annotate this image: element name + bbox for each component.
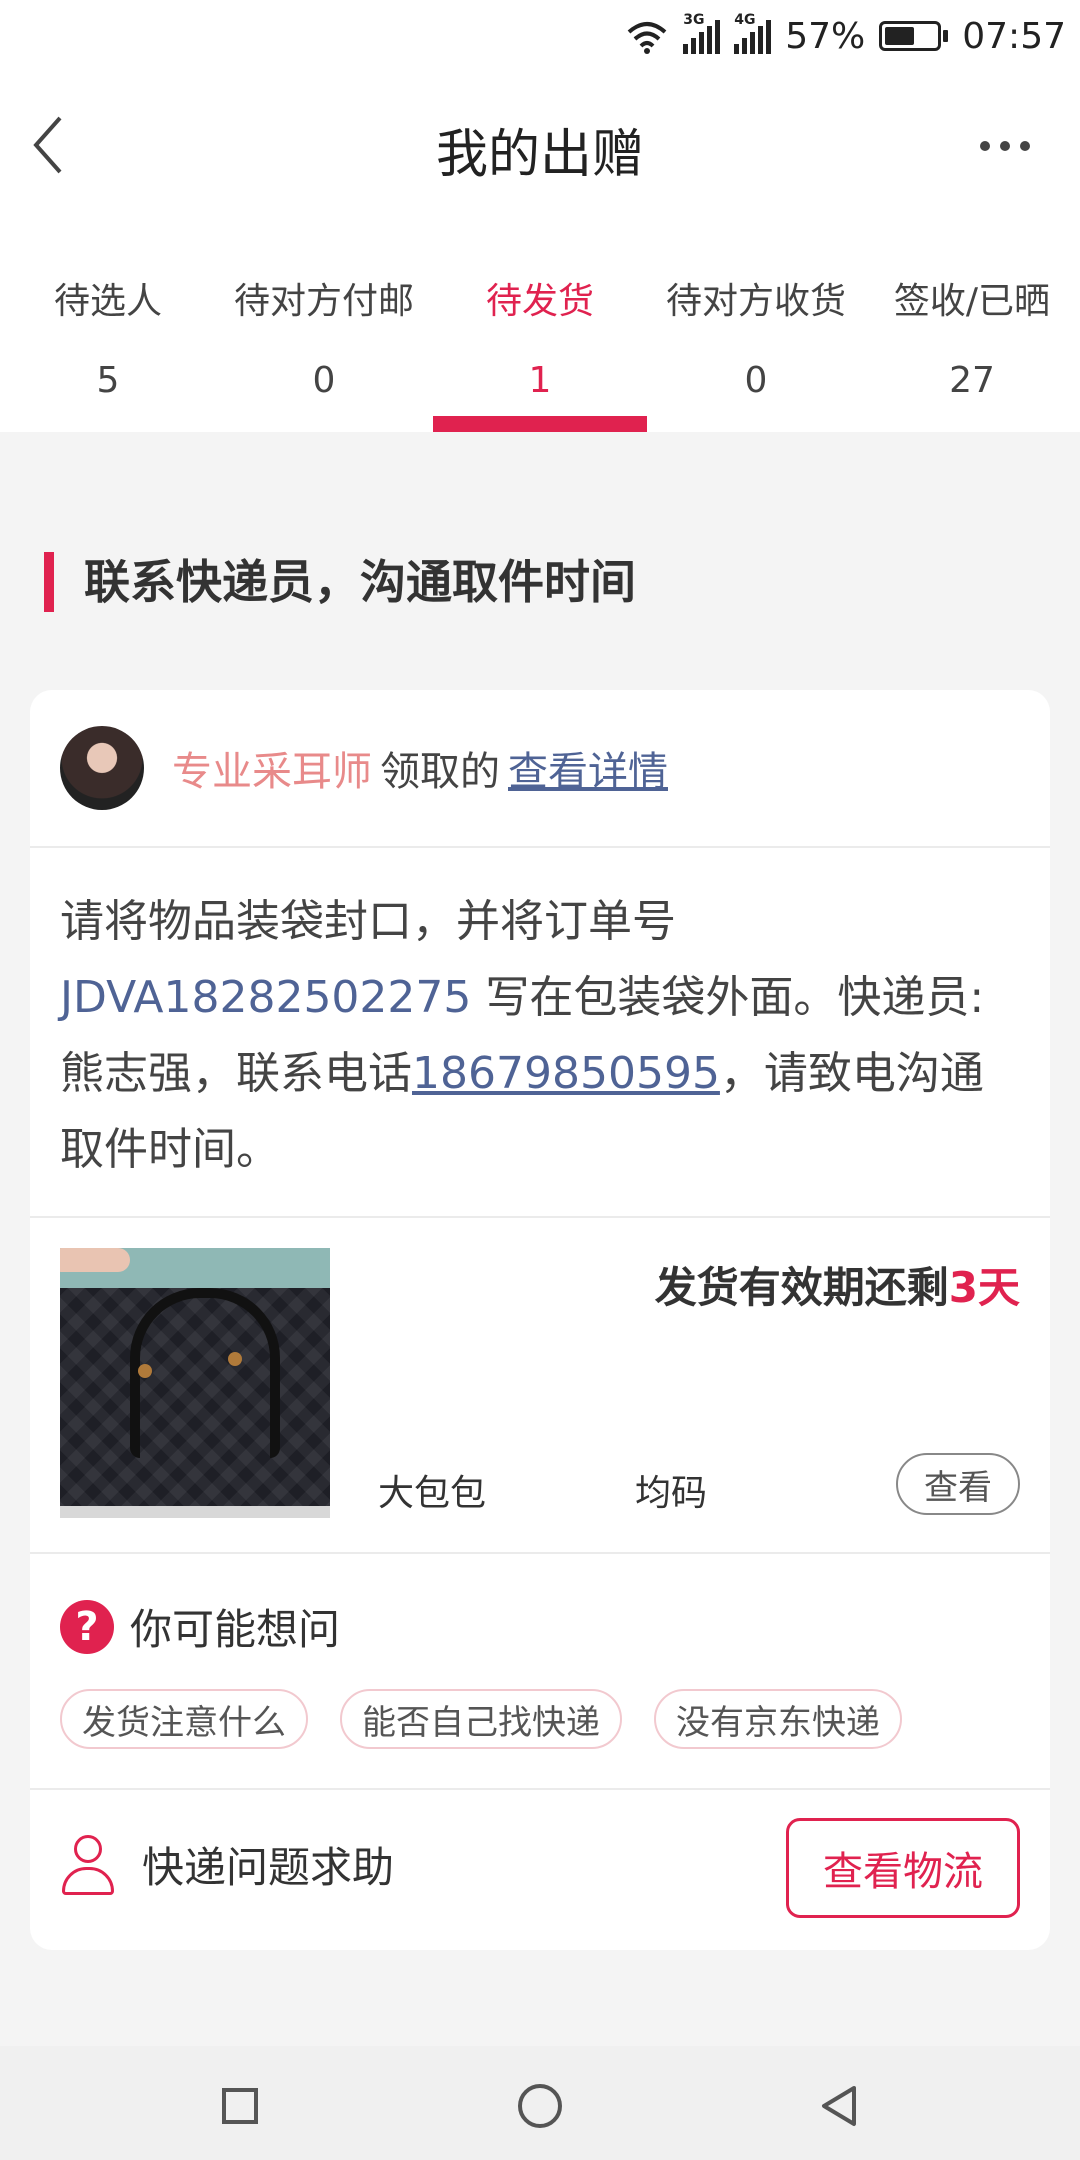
more-options-icon[interactable]: [980, 128, 1040, 164]
view-button[interactable]: 查看: [896, 1453, 1020, 1515]
battery-icon: [879, 21, 949, 51]
faq-chip[interactable]: 能否自己找快递: [340, 1689, 622, 1749]
home-circle-icon[interactable]: [510, 2076, 570, 2136]
shipping-instructions: 请将物品装袋封口，并将订单号 JDVA18282502275 写在包装袋外面。快…: [30, 848, 1050, 1218]
product-size: 均码: [635, 1473, 708, 1514]
system-nav-bar: [0, 2046, 1080, 2160]
status-tabs: 待选人 5 待对方付邮 0 待发货 1 待对方收货 0 签收/已晒 27: [0, 222, 1080, 432]
clock: 07:57: [962, 15, 1066, 57]
shipping-deadline: 发货有效期还剩3天: [655, 1254, 1020, 1315]
view-logistics-button[interactable]: 查看物流: [786, 1818, 1020, 1918]
product-image[interactable]: [60, 1248, 330, 1518]
faq-chip[interactable]: 发货注意什么: [60, 1689, 308, 1749]
faq-chip[interactable]: 没有京东快递: [654, 1689, 902, 1749]
question-icon: ?: [60, 1599, 114, 1654]
order-number: JDVA18282502275: [60, 972, 472, 1023]
back-triangle-icon[interactable]: [810, 2076, 870, 2136]
faq-title: ? 你可能想问: [60, 1596, 1020, 1657]
help-row: 快递问题求助 查看物流: [30, 1790, 1050, 1948]
tab-received-shared[interactable]: 签收/已晒 27: [864, 222, 1080, 432]
courier-phone-link[interactable]: 18679850595: [412, 1048, 720, 1099]
product-name: 大包包: [378, 1473, 487, 1514]
deadline-prefix: 发货有效期还剩: [654, 1263, 949, 1312]
tab-label: 待对方付邮: [233, 281, 414, 322]
recents-square-icon[interactable]: [210, 2076, 270, 2136]
tab-pending-postage[interactable]: 待对方付邮 0: [216, 222, 432, 432]
username[interactable]: 专业采耳师: [172, 749, 372, 795]
card-header: 专业采耳师 领取的 查看详情: [30, 690, 1050, 848]
app-header: 我的出赠: [0, 72, 1080, 222]
faq-chips: 发货注意什么 能否自己找快递 没有京东快递: [60, 1689, 1020, 1749]
tab-count: 5: [96, 360, 120, 401]
deadline-days: 3天: [948, 1263, 1020, 1312]
faq-section: ? 你可能想问 发货注意什么 能否自己找快递 没有京东快递: [30, 1554, 1050, 1790]
tab-count: 0: [744, 360, 768, 401]
tab-label: 待选人: [53, 281, 162, 322]
courier-help-link[interactable]: 快递问题求助: [60, 1834, 394, 1895]
page-title: 我的出赠: [435, 125, 644, 185]
tab-count: 1: [528, 360, 552, 401]
tab-pending-shipment[interactable]: 待发货 1: [432, 222, 648, 432]
tab-label: 签收/已晒: [893, 281, 1051, 322]
avatar[interactable]: [60, 726, 144, 810]
claimed-text: 领取的: [380, 749, 500, 795]
instruction-text: 请将物品装袋封口，并将订单号: [60, 896, 676, 947]
shipment-card: 专业采耳师 领取的 查看详情 请将物品装袋封口，并将订单号 JDVA18282502…: [30, 690, 1050, 1950]
faq-title-text: 你可能想问: [130, 1605, 341, 1654]
battery-fill: [885, 27, 914, 45]
person-icon: [60, 1834, 116, 1895]
signal-3g-icon: 3G: [683, 12, 721, 54]
section-title: 联系快递员，沟通取件时间: [44, 552, 636, 612]
product-row: 发货有效期还剩3天 大包包 均码 查看: [30, 1218, 1050, 1554]
tab-count: 27: [949, 360, 995, 401]
tab-pending-selection[interactable]: 待选人 5: [0, 222, 216, 432]
signal-4g-icon: 4G: [734, 12, 772, 54]
claimer-info: 专业采耳师 领取的 查看详情: [172, 739, 668, 797]
view-details-link[interactable]: 查看详情: [508, 749, 668, 795]
tab-label: 待发货: [485, 281, 594, 322]
courier-help-label: 快递问题求助: [142, 1843, 395, 1892]
tab-count: 0: [312, 360, 336, 401]
signal-3g-label: 3G: [683, 12, 705, 28]
tab-label: 待对方收货: [665, 281, 846, 322]
wifi-icon: [627, 22, 667, 54]
battery-percent: 57%: [785, 15, 866, 57]
signal-4g-label: 4G: [734, 12, 756, 28]
active-tab-indicator: [433, 416, 647, 432]
tab-pending-receipt[interactable]: 待对方收货 0: [648, 222, 864, 432]
status-bar: 3G 4G 57% 07:57: [0, 0, 1080, 72]
